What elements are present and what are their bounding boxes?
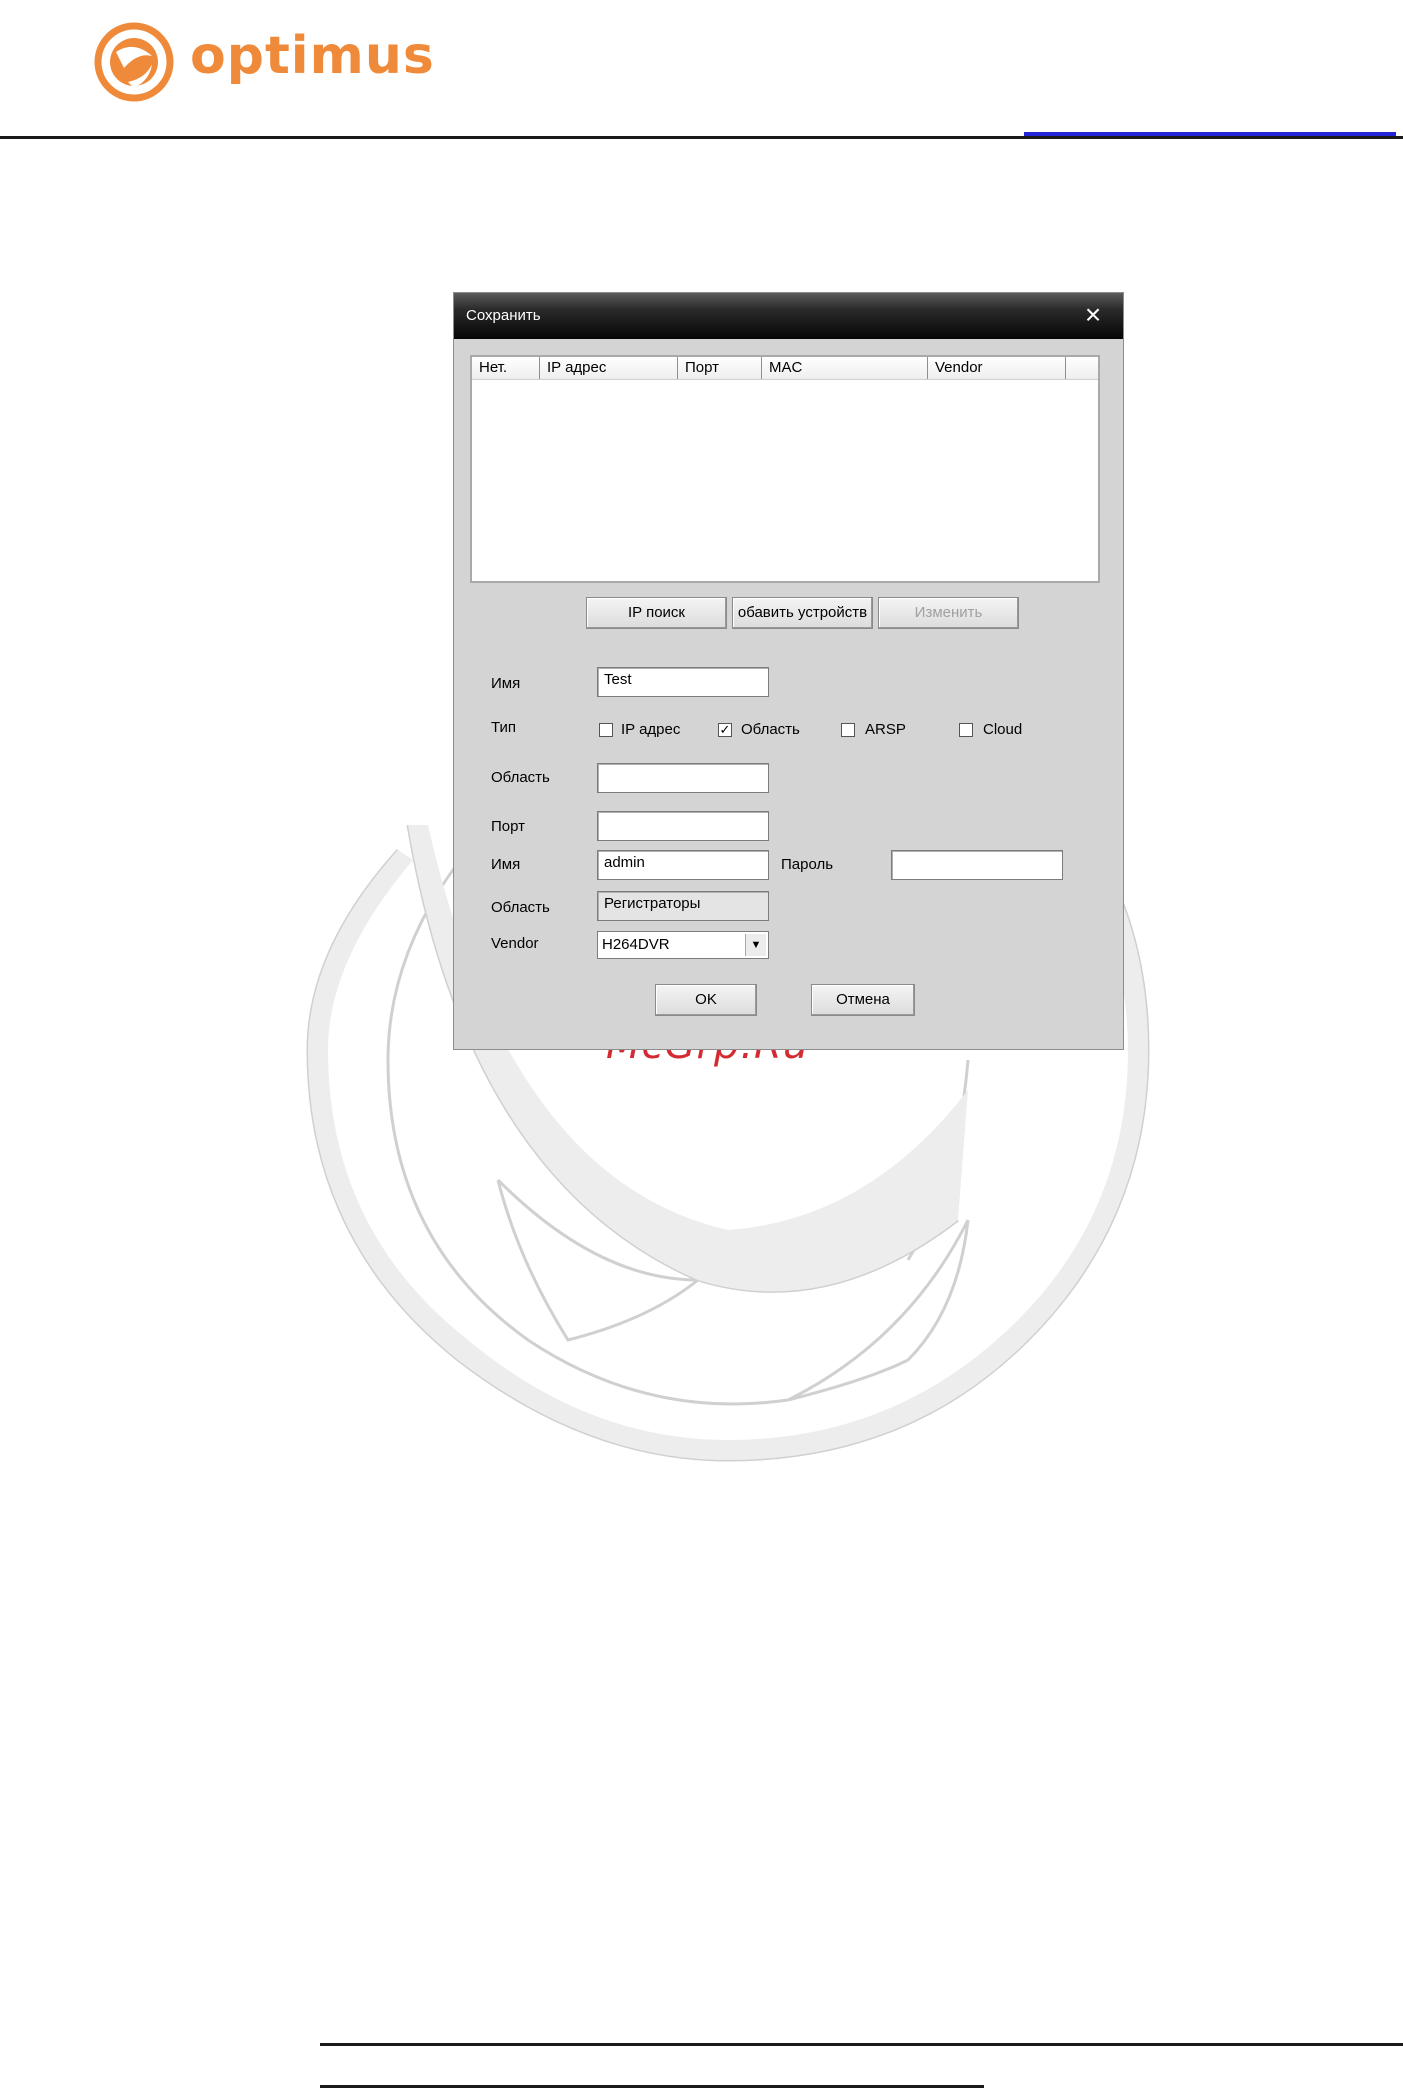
- type-arsp-label: ARSP: [865, 721, 906, 738]
- dialog-titlebar[interactable]: Сохранить ×: [454, 293, 1123, 339]
- area-label: Область: [491, 769, 550, 786]
- vendor-selected-value: H264DVR: [602, 936, 670, 953]
- port-label: Порт: [491, 818, 526, 835]
- edit-button[interactable]: Изменить: [878, 597, 1019, 629]
- user-field[interactable]: admin: [597, 850, 769, 880]
- device-list[interactable]: Нет. IP адрес Порт MAC Vendor: [470, 355, 1100, 583]
- save-dialog: Сохранить × Нет. IP адрес Порт MAC Vendo…: [454, 293, 1123, 1049]
- add-device-button[interactable]: обавить устройств: [732, 597, 873, 629]
- type-ip-checkbox[interactable]: [599, 723, 613, 737]
- brand-name: optimus: [190, 26, 435, 86]
- area-field[interactable]: [597, 763, 769, 793]
- type-cloud-label: Cloud: [983, 721, 1023, 738]
- column-port[interactable]: Порт: [678, 357, 762, 379]
- type-ip-label: IP адрес: [621, 721, 681, 738]
- group-field: Регистраторы: [597, 891, 769, 921]
- footer-rule-short: [320, 2085, 984, 2088]
- column-number[interactable]: Нет.: [472, 357, 540, 379]
- vendor-label: Vendor: [491, 935, 539, 952]
- name-label: Имя: [491, 675, 521, 692]
- column-ip-address[interactable]: IP адрес: [540, 357, 678, 379]
- optimus-logo-icon: [94, 22, 174, 102]
- chevron-down-icon[interactable]: ▼: [745, 934, 766, 956]
- type-label: Тип: [491, 719, 517, 736]
- group-label: Область: [491, 899, 550, 916]
- ip-search-button[interactable]: IP поиск: [586, 597, 727, 629]
- password-label: Пароль: [781, 856, 834, 873]
- type-arsp-checkbox[interactable]: [841, 723, 855, 737]
- name-field[interactable]: Test: [597, 667, 769, 697]
- device-list-header: Нет. IP адрес Порт MAC Vendor: [472, 357, 1098, 380]
- column-mac[interactable]: MAC: [762, 357, 928, 379]
- close-icon[interactable]: ×: [1081, 301, 1105, 329]
- dialog-title: Сохранить: [466, 307, 541, 324]
- footer-rule: [320, 2043, 1403, 2046]
- cancel-button[interactable]: Отмена: [811, 984, 915, 1016]
- type-area-label: Область: [741, 721, 800, 738]
- ok-button[interactable]: OK: [655, 984, 757, 1016]
- port-field[interactable]: [597, 811, 769, 841]
- user-label: Имя: [491, 856, 521, 873]
- vendor-select[interactable]: H264DVR ▼: [597, 931, 769, 959]
- type-cloud-checkbox[interactable]: [959, 723, 973, 737]
- type-area-checkbox[interactable]: ✓: [718, 723, 732, 737]
- password-field[interactable]: [891, 850, 1063, 880]
- column-vendor[interactable]: Vendor: [928, 357, 1066, 379]
- header-rule: [0, 136, 1403, 139]
